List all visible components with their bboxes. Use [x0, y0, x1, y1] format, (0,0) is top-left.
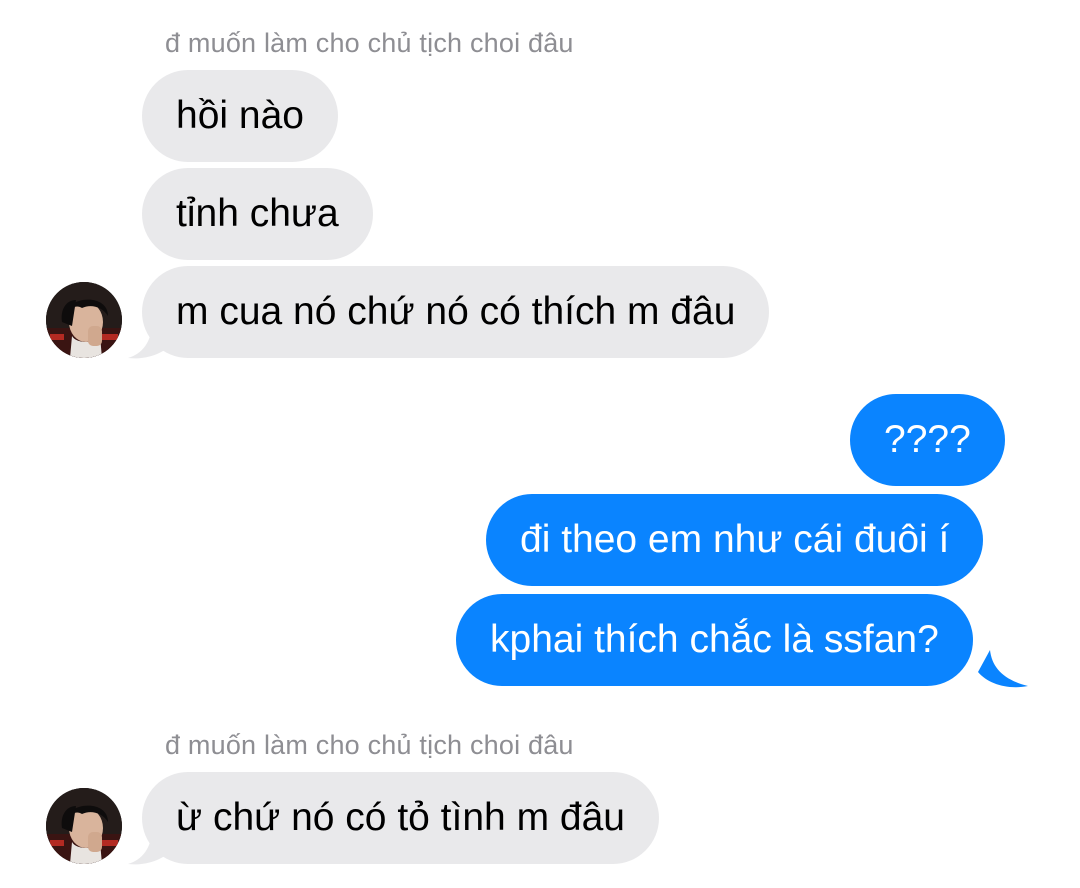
incoming-message-bubble[interactable]: tỉnh chưa	[142, 168, 373, 260]
message-text: tỉnh chưa	[176, 192, 339, 235]
outgoing-message-bubble[interactable]: ????	[850, 394, 1005, 486]
contact-avatar[interactable]	[46, 788, 122, 864]
message-text: kphai thích chắc là ssfan?	[490, 618, 939, 661]
incoming-message-bubble[interactable]: m cua nó chứ nó có thích m đâu	[142, 266, 770, 358]
message-text: ừ chứ nó có tỏ tình m đâu	[176, 796, 625, 839]
incoming-message-bubble[interactable]: ừ chứ nó có tỏ tình m đâu	[142, 772, 659, 864]
outgoing-message-bubble[interactable]: kphai thích chắc là ssfan?	[456, 594, 973, 686]
contact-avatar-photo-icon	[46, 282, 122, 358]
message-text: hồi nào	[176, 94, 304, 137]
contact-avatar-photo-icon	[46, 788, 122, 864]
outgoing-bubble-tail	[978, 650, 1028, 688]
message-text: đi theo em như cái đuôi í	[520, 518, 950, 561]
contact-avatar[interactable]	[46, 282, 122, 358]
message-text: ????	[884, 418, 971, 461]
sender-name: đ muốn làm cho chủ tịch choi đâu	[165, 28, 574, 58]
sender-name: đ muốn làm cho chủ tịch choi đâu	[165, 730, 574, 760]
message-text: m cua nó chứ nó có thích m đâu	[176, 290, 736, 333]
incoming-message-bubble[interactable]: hồi nào	[142, 70, 338, 162]
outgoing-message-bubble[interactable]: đi theo em như cái đuôi í	[486, 494, 984, 586]
